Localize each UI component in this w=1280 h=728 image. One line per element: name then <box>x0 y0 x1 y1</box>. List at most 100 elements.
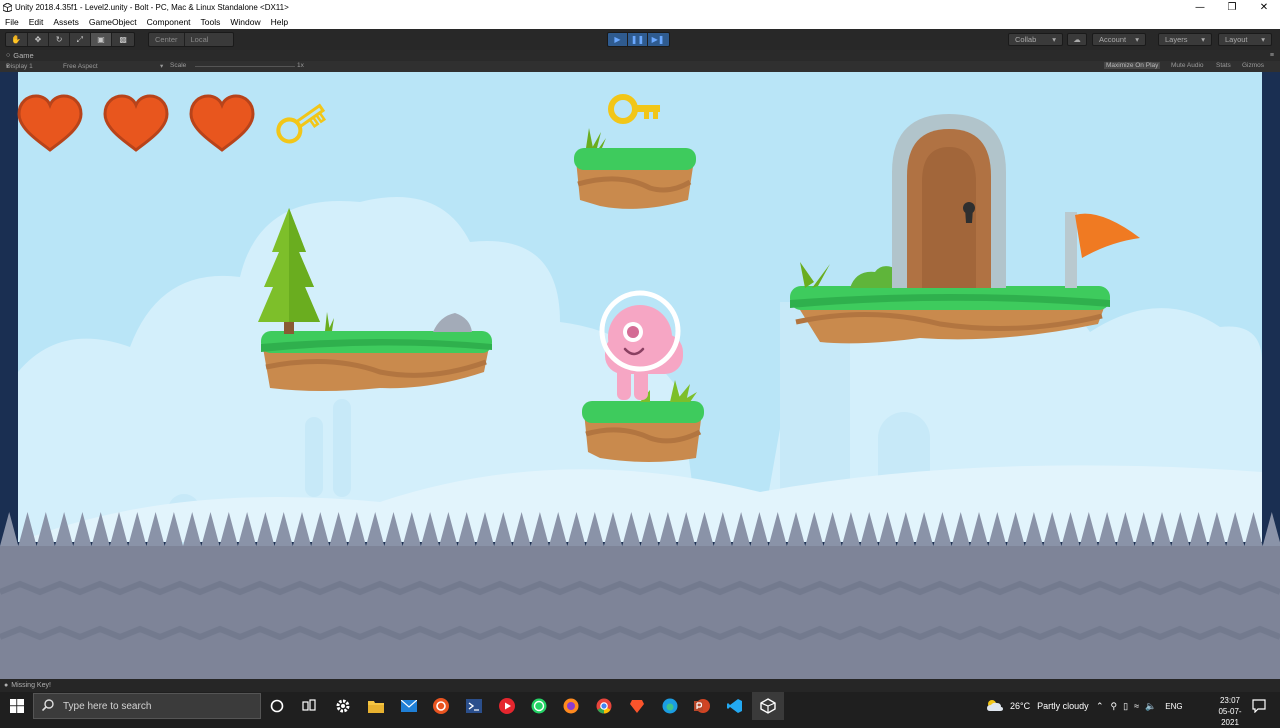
windows-logo-icon <box>9 699 24 713</box>
layers-dropdown[interactable]: Layers ▾ <box>1158 33 1212 46</box>
transform-tool-icon[interactable]: ▩ <box>112 33 134 46</box>
menu-help[interactable]: Help <box>266 17 293 27</box>
aspect-label: Free Aspect <box>63 63 98 70</box>
restore-button[interactable]: ❐ <box>1216 0 1248 15</box>
menu-component[interactable]: Component <box>142 17 196 27</box>
minimize-button[interactable]: — <box>1184 0 1216 15</box>
weather-temp: 26°C <box>1010 701 1031 711</box>
layout-dropdown[interactable]: Layout ▾ <box>1218 33 1272 46</box>
vscode-icon[interactable] <box>725 696 745 716</box>
scale-label: Scale <box>170 62 187 69</box>
game-view[interactable] <box>0 72 1280 679</box>
menu-gameobject[interactable]: GameObject <box>84 17 142 27</box>
title-bar: Unity 2018.4.35f1 - Level2.unity - Bolt … <box>0 0 1280 15</box>
game-tab[interactable]: ○ Game ≡ <box>0 50 1280 61</box>
file-explorer-icon[interactable] <box>366 696 386 716</box>
status-bar: ● Missing Key! <box>0 679 1280 692</box>
menu-file[interactable]: File <box>0 17 24 27</box>
clock-date: 05-07-2021 <box>1218 707 1242 727</box>
stats-toggle[interactable]: Stats <box>1216 62 1231 69</box>
rotate-tool-icon[interactable]: ↻ <box>49 33 70 46</box>
menu-edit[interactable]: Edit <box>24 17 49 27</box>
move-tool-icon[interactable]: ✥ <box>28 33 50 46</box>
menu-bar: File Edit Assets GameObject Component To… <box>0 15 1280 29</box>
search-icon <box>41 698 54 714</box>
gizmos-dropdown[interactable]: Gizmos <box>1242 62 1264 69</box>
chevron-up-icon[interactable]: ⌃ <box>1096 701 1104 712</box>
whatsapp-icon[interactable] <box>529 696 549 716</box>
terminal-icon[interactable] <box>464 696 484 716</box>
pivot-toggles: Center Local <box>148 32 234 47</box>
menu-assets[interactable]: Assets <box>48 17 84 27</box>
weather-widget[interactable]: 26°C Partly cloudy <box>986 692 1089 720</box>
cortana-icon[interactable] <box>267 696 287 716</box>
collab-label: Collab <box>1015 35 1037 44</box>
search-placeholder: Type here to search <box>63 700 152 712</box>
settings-gear-icon[interactable] <box>333 696 353 716</box>
window-title: Unity 2018.4.35f1 - Level2.unity - Bolt … <box>15 3 289 12</box>
ground-rock <box>0 546 1280 679</box>
close-button[interactable]: ✕ <box>1248 0 1280 15</box>
taskbar-search[interactable]: Type here to search <box>33 693 261 719</box>
account-dropdown[interactable]: Account ▾ <box>1092 33 1146 46</box>
notifications-icon[interactable] <box>1249 696 1269 716</box>
task-view-icon[interactable] <box>299 696 319 716</box>
unity-icon[interactable] <box>758 696 778 716</box>
volume-icon[interactable]: 🔈 <box>1145 701 1156 712</box>
start-button[interactable] <box>0 692 33 720</box>
wifi-icon[interactable]: ≈ <box>1134 701 1139 711</box>
location-icon[interactable]: ⚲ <box>1111 701 1118 712</box>
scale-value: 1x <box>297 62 304 69</box>
maximize-on-play-toggle[interactable]: Maximize On Play <box>1104 62 1161 69</box>
info-icon: ● <box>4 682 9 689</box>
scale-slider[interactable] <box>195 66 295 67</box>
edge-icon[interactable] <box>660 696 680 716</box>
menu-tools[interactable]: Tools <box>196 17 226 27</box>
scale-tool-icon[interactable]: ⤢ <box>70 33 91 46</box>
language-indicator[interactable]: ENG <box>1165 702 1182 711</box>
powerpoint-icon[interactable] <box>692 696 712 716</box>
pivot-local-label: Local <box>190 35 209 44</box>
menu-window[interactable]: Window <box>225 17 265 27</box>
game-options-bar: Display 1 ▾ Free Aspect ▾ Scale 1x Maxim… <box>0 61 1280 72</box>
play-button[interactable]: ▶ <box>608 33 628 46</box>
game-controller-icon: ○ <box>6 52 11 59</box>
account-label: Account <box>1099 35 1127 44</box>
battery-icon[interactable]: ▯ <box>1123 701 1128 712</box>
transform-tools: ✋ ✥ ↻ ⤢ ▣ ▩ <box>5 32 135 47</box>
unity-logo-icon <box>2 3 12 13</box>
chrome-icon[interactable] <box>594 696 614 716</box>
pivot-center-label: Center <box>155 35 178 44</box>
weather-text: Partly cloudy <box>1037 701 1089 711</box>
dropdown-icon: ▾ <box>1261 35 1265 44</box>
media-player-icon[interactable] <box>497 696 517 716</box>
rect-tool-icon[interactable]: ▣ <box>90 33 113 46</box>
display-label: Display 1 <box>6 63 33 70</box>
pause-button[interactable]: ❚❚ <box>628 33 648 46</box>
dropdown-icon: ▾ <box>1201 35 1205 44</box>
clock-time: 23:07 <box>1219 696 1241 705</box>
hand-tool-icon[interactable]: ✋ <box>6 33 28 46</box>
step-button[interactable]: ▶❚ <box>648 33 668 46</box>
mute-audio-toggle[interactable]: Mute Audio <box>1171 62 1204 69</box>
ubuntu-icon[interactable] <box>431 696 451 716</box>
display-dropdown[interactable]: Display 1 ▾ <box>6 62 33 70</box>
pivot-center-button[interactable]: Center <box>149 33 185 46</box>
aspect-chevron-icon[interactable]: ▾ <box>160 62 163 70</box>
layout-label: Layout <box>1225 35 1248 44</box>
game-tab-label: Game <box>13 51 34 60</box>
play-controls: ▶ ❚❚ ▶❚ <box>607 32 670 47</box>
brave-icon[interactable] <box>627 696 647 716</box>
mail-icon[interactable] <box>399 696 419 716</box>
pivot-local-button[interactable]: Local <box>185 33 215 46</box>
cloud-icon[interactable]: ☁ <box>1067 33 1087 46</box>
dropdown-icon: ▾ <box>1052 35 1056 44</box>
console-message[interactable]: Missing Key! <box>11 682 51 689</box>
toolbar: ✋ ✥ ↻ ⤢ ▣ ▩ Center Local ▶ ❚❚ ▶❚ Collab ▾… <box>0 29 1280 50</box>
firefox-icon[interactable] <box>561 696 581 716</box>
clock[interactable]: 23:07 05-07-2021 <box>1210 695 1250 728</box>
collab-button[interactable]: Collab ▾ <box>1008 33 1063 46</box>
tab-menu-icon[interactable]: ≡ <box>1270 52 1274 59</box>
weather-cloud-icon <box>986 699 1004 713</box>
exit-door <box>892 114 1006 288</box>
